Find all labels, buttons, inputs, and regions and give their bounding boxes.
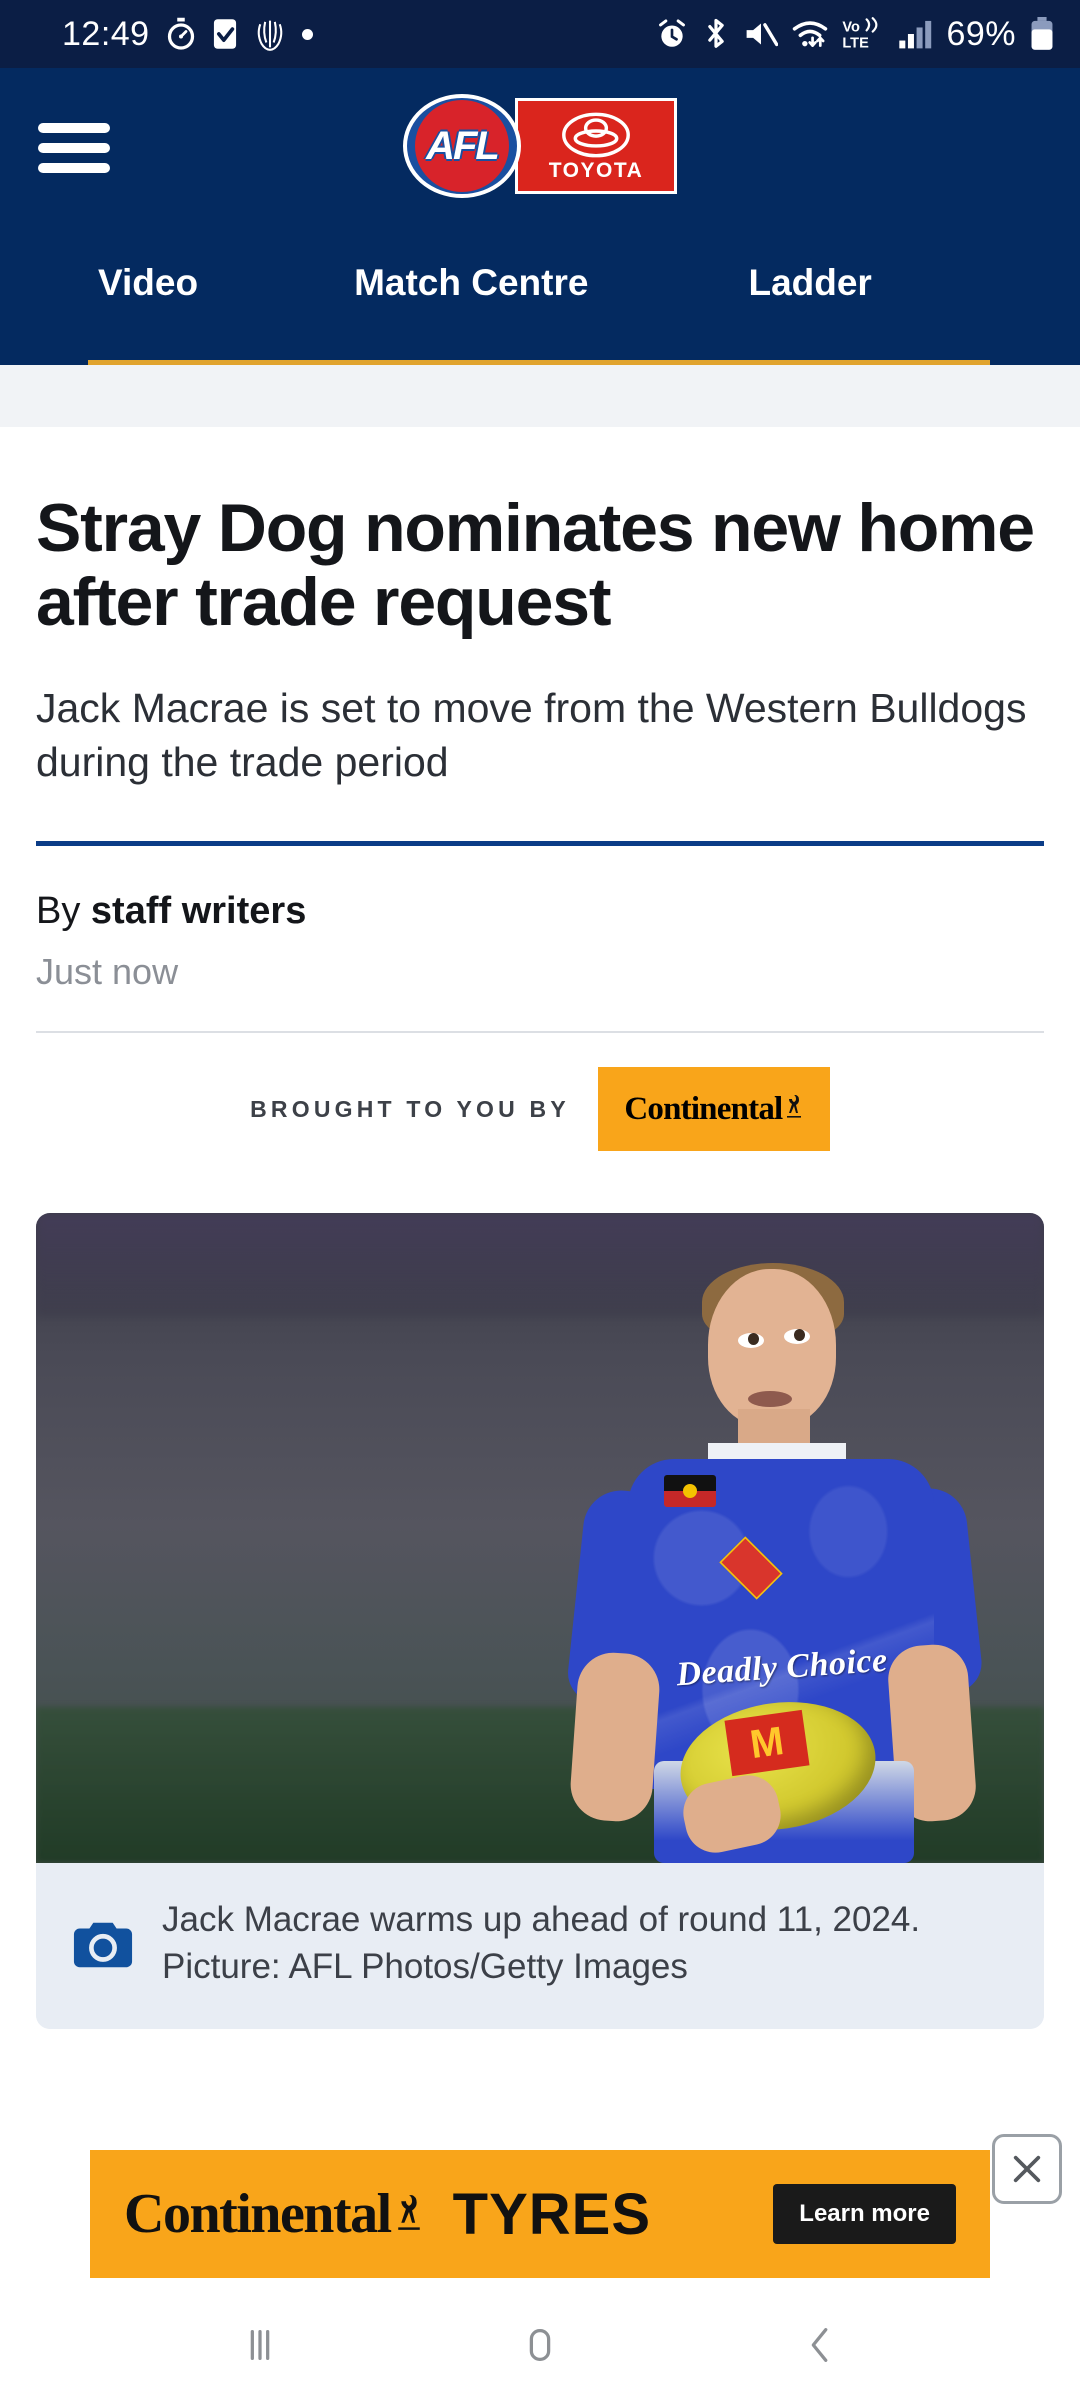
checkbox-icon bbox=[212, 18, 238, 50]
article-timestamp: Just now bbox=[36, 951, 179, 993]
dot-icon bbox=[301, 28, 313, 40]
toyota-logo: TOYOTA bbox=[515, 98, 677, 194]
battery-icon bbox=[1030, 17, 1054, 51]
alarm-icon bbox=[656, 18, 688, 50]
header-top-row: AFL TOYOTA bbox=[0, 68, 1080, 228]
sponsor-strip: BROUGHT TO YOU BY Continental bbox=[36, 1033, 1044, 1152]
article-standfirst: Jack Macrae is set to move from the West… bbox=[36, 685, 1027, 786]
player-mouth bbox=[748, 1391, 792, 1408]
signal-icon bbox=[898, 18, 932, 50]
stopwatch-icon bbox=[166, 17, 196, 51]
continental-horse-icon bbox=[787, 1094, 802, 1118]
photo-player-subject: Deadly Choice M bbox=[532, 1263, 1002, 1864]
hamburger-menu-icon[interactable] bbox=[30, 117, 118, 179]
byline: By staff writers bbox=[36, 846, 1044, 933]
afl-toyota-logo[interactable]: AFL TOYOTA bbox=[403, 94, 677, 198]
nav-accent-underline bbox=[88, 360, 990, 365]
toyota-wordmark: TOYOTA bbox=[548, 158, 644, 182]
ad-brand-text: Continental bbox=[124, 2183, 392, 2245]
svg-text:LTE: LTE bbox=[843, 35, 870, 51]
status-bar: 12:49 Vo LTE 69% bbox=[0, 0, 1080, 68]
ad-close-button[interactable] bbox=[992, 2134, 1062, 2204]
primary-nav-tabs: Video Match Centre Ladder bbox=[0, 228, 1080, 338]
header-spacer-band bbox=[0, 365, 1080, 427]
byline-author[interactable]: staff writers bbox=[91, 890, 306, 932]
player-forearm-left bbox=[568, 1650, 662, 1825]
wifi-icon bbox=[792, 18, 828, 50]
back-icon bbox=[811, 2328, 828, 2362]
nav-tab-ladder[interactable]: Ladder bbox=[748, 262, 871, 304]
battery-percent: 69% bbox=[946, 14, 1016, 53]
photo-caption-bar: Jack Macrae warms up ahead of round 11, … bbox=[36, 1863, 1044, 2030]
home-button[interactable] bbox=[500, 2305, 580, 2385]
sponsor-label: BROUGHT TO YOU BY bbox=[250, 1095, 570, 1122]
sponsor-brand-text: Continental bbox=[624, 1090, 783, 1127]
player-pupil-left bbox=[748, 1333, 759, 1346]
page-title: Stray Dog nominates new home after trade… bbox=[36, 490, 1035, 641]
aboriginal-flag-badge bbox=[664, 1475, 716, 1508]
ad-product-text: TYRES bbox=[452, 2181, 652, 2247]
app-header: AFL TOYOTA Video Match Centre Ladder bbox=[0, 68, 1080, 365]
player-pupil-right bbox=[794, 1329, 805, 1342]
photo-caption-text: Jack Macrae warms up ahead of round 11, … bbox=[162, 1900, 921, 1987]
close-icon bbox=[1013, 2155, 1041, 2183]
home-icon bbox=[529, 2328, 551, 2362]
hero-photo[interactable]: Deadly Choice M bbox=[36, 1213, 1044, 1864]
volte-icon: Vo LTE bbox=[842, 17, 884, 51]
back-button[interactable] bbox=[780, 2305, 860, 2385]
continental-horse-icon bbox=[397, 2195, 420, 2230]
nav-tab-match-centre[interactable]: Match Centre bbox=[354, 262, 588, 304]
mcc-monogram-icon bbox=[254, 17, 286, 51]
recents-button[interactable] bbox=[220, 2305, 300, 2385]
camera-icon bbox=[73, 1923, 133, 1968]
status-bar-left: 12:49 bbox=[62, 15, 313, 54]
article-body: Stray Dog nominates new home after trade… bbox=[0, 427, 1080, 1152]
status-time: 12:49 bbox=[62, 14, 150, 53]
ad-brand-logo: Continental bbox=[124, 2182, 423, 2246]
svg-text:Vo: Vo bbox=[843, 20, 861, 36]
afl-logo-text: AFL bbox=[426, 123, 500, 168]
status-bar-right: Vo LTE 69% bbox=[656, 15, 1054, 54]
mute-icon bbox=[744, 19, 779, 49]
recents-icon bbox=[250, 2329, 270, 2361]
system-navigation-bar bbox=[0, 2290, 1080, 2400]
nav-tab-video[interactable]: Video bbox=[98, 262, 198, 304]
bottom-ad-container: Continental TYRES Learn more bbox=[0, 2134, 1080, 2290]
ad-banner-continental-tyres[interactable]: Continental TYRES Learn more bbox=[90, 2150, 990, 2278]
article-hero-figure: Deadly Choice M Jack Macrae warms up ahe… bbox=[36, 1213, 1044, 2030]
bluetooth-icon bbox=[702, 18, 730, 50]
football-sponsor-logo: M bbox=[724, 1710, 810, 1777]
toyota-emblem-icon bbox=[562, 112, 630, 157]
sponsor-logo-continental[interactable]: Continental bbox=[597, 1067, 830, 1152]
byline-prefix: By bbox=[36, 890, 81, 933]
afl-logo-icon: AFL bbox=[403, 94, 521, 198]
ad-cta-button[interactable]: Learn more bbox=[773, 2184, 956, 2244]
